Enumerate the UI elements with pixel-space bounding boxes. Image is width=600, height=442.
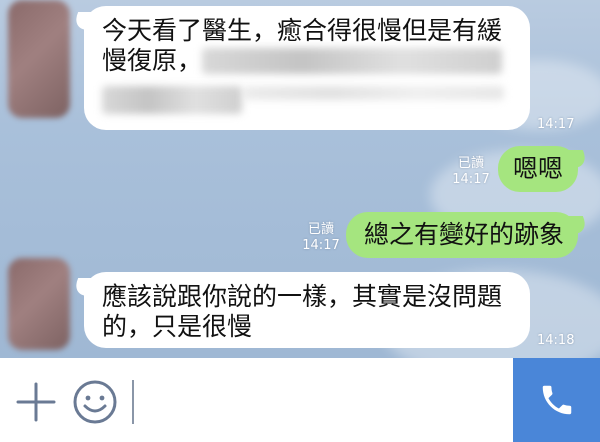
outgoing-message-bubble[interactable]: 總之有變好的跡象 [346,212,578,258]
message-input-bar [0,358,600,442]
redacted-text [244,86,504,100]
message-text-line: 應該說跟你說的一樣，其實是沒問題 [102,282,503,311]
chat-area[interactable]: 今天看了醫生，癒合得很慢但是有緩 慢復原， 14:17 已讀 14:17 嗯嗯 … [0,0,600,358]
message-text: 總之有變好的跡象 [364,220,565,249]
message-text-line: 的，只是很慢 [102,312,253,341]
phone-icon [538,380,576,420]
message-timestamp: 14:18 [537,333,575,348]
plus-icon[interactable] [16,382,56,422]
incoming-message-bubble[interactable]: 今天看了醫生，癒合得很慢但是有緩 慢復原， [84,6,530,130]
smiley-icon[interactable] [72,379,118,425]
redacted-text [102,86,242,114]
read-status: 已讀 [457,156,484,171]
message-text-line: 今天看了醫生，癒合得很慢但是有緩 [102,16,503,45]
message-timestamp: 14:17 [452,172,490,187]
read-receipt: 已讀 14:17 [452,156,490,188]
incoming-message-bubble[interactable]: 應該說跟你說的一樣，其實是沒問題 的，只是很慢 [84,272,530,348]
message-text-line: 慢復原， [102,46,203,75]
call-button[interactable] [513,358,600,442]
message-timestamp: 14:17 [537,117,575,132]
message-timestamp: 14:17 [302,238,340,253]
sender-avatar[interactable] [8,0,70,118]
outgoing-message-bubble[interactable]: 嗯嗯 [498,146,578,192]
read-receipt: 已讀 14:17 [302,222,340,254]
sender-avatar[interactable] [8,258,70,350]
text-input-cursor[interactable] [132,380,134,424]
message-text: 嗯嗯 [512,154,563,183]
read-status: 已讀 [307,222,334,237]
